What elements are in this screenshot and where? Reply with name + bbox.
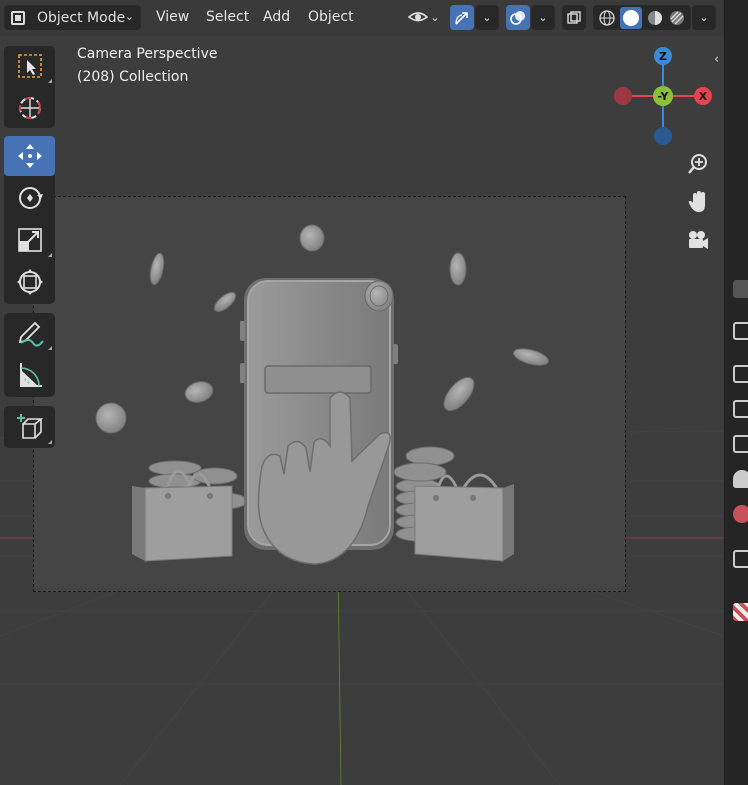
output-tab-icon[interactable]: [733, 400, 748, 418]
toolbar-transform-group: [4, 136, 55, 304]
chevron-down-icon: ⌄: [538, 11, 548, 24]
tool-move[interactable]: [4, 136, 55, 176]
tool-annotate[interactable]: [4, 313, 55, 353]
camera-view-button[interactable]: [683, 225, 713, 255]
mode-label: Object Mode: [37, 9, 126, 26]
overlay-dropdown[interactable]: ⌄: [531, 5, 555, 30]
properties-strip: [724, 0, 748, 785]
gizmo-z-label: Z: [659, 50, 667, 63]
mode-selector[interactable]: Object Mode ⌄: [4, 5, 141, 30]
object-mode-icon: [11, 10, 25, 25]
move-icon: [17, 144, 42, 168]
transform-pivot-icon: [455, 11, 468, 25]
tool-measure[interactable]: [4, 355, 55, 395]
add-cube-icon: [16, 414, 43, 439]
wrench-tab-icon[interactable]: [733, 322, 748, 340]
annotate-icon: [18, 321, 44, 347]
solid-shading-icon[interactable]: [620, 6, 642, 29]
overlay-icon: [510, 10, 525, 25]
cursor-icon: [18, 97, 41, 119]
shading-group: [593, 5, 691, 30]
chevron-down-icon: ⌄: [699, 11, 709, 24]
transform-icon: [16, 269, 43, 295]
chevron-down-icon: ⌄: [430, 11, 440, 24]
menu-object[interactable]: Object: [300, 5, 362, 30]
shading-dropdown[interactable]: ⌄: [692, 5, 716, 30]
tool-transform[interactable]: [4, 262, 55, 302]
rendered-shading-icon[interactable]: [668, 9, 686, 27]
toolbar-annotate-group: [4, 313, 55, 397]
tool-options-corner: [48, 346, 52, 350]
gizmo-toggle[interactable]: [450, 5, 474, 30]
menu-select[interactable]: Select: [198, 5, 257, 30]
viewport-header: Object Mode ⌄ View Select Add Object ⌄ ⌄…: [0, 0, 724, 36]
tool-scale[interactable]: [4, 220, 55, 260]
chevron-down-icon: ⌄: [482, 11, 492, 24]
navigation-gizmo[interactable]: Z X -Y: [608, 42, 718, 152]
tool-add-cube[interactable]: [4, 407, 55, 447]
sidebar-collapse-icon[interactable]: ‹: [714, 52, 719, 67]
pan-button[interactable]: [683, 187, 713, 217]
visibility-icon: [408, 11, 429, 21]
xray-icon: [567, 10, 581, 24]
tool-options-corner: [48, 79, 52, 83]
collection-label: (208) Collection: [77, 69, 189, 85]
pan-hand-icon: [688, 191, 705, 212]
toolbar-select-group: [4, 46, 55, 128]
wireframe-shading-icon[interactable]: [598, 9, 616, 27]
3d-viewport[interactable]: Camera Perspective (208) Collection Z X …: [0, 36, 724, 785]
collection-tab-icon[interactable]: [733, 550, 748, 568]
xray-toggle[interactable]: [562, 5, 586, 30]
tool-cursor[interactable]: [4, 88, 55, 128]
tool-select-box[interactable]: [4, 46, 55, 86]
zoom-icon: [688, 154, 707, 174]
tool-options-corner: [48, 440, 52, 444]
render-tab-icon[interactable]: [733, 365, 748, 383]
gizmo-y-label: -Y: [658, 90, 670, 103]
gizmo-dropdown[interactable]: ⌄: [475, 5, 499, 30]
camera-view-icon: [689, 231, 708, 249]
texture-tab-icon[interactable]: [733, 603, 748, 621]
measure-icon: [19, 363, 42, 387]
menu-view[interactable]: View: [148, 5, 197, 30]
view-layer-tab-icon[interactable]: [733, 435, 748, 453]
scene-tab-icon[interactable]: [733, 470, 748, 488]
camera-perspective-label: Camera Perspective: [77, 46, 218, 62]
material-shading-icon[interactable]: [646, 9, 664, 27]
visibility-dropdown[interactable]: ⌄: [404, 5, 444, 30]
zoom-button[interactable]: [683, 149, 713, 179]
chevron-down-icon: ⌄: [124, 10, 134, 23]
tool-settings-tab-icon[interactable]: [733, 280, 748, 298]
tool-rotate[interactable]: [4, 178, 55, 218]
gizmo-x-label: X: [699, 90, 708, 103]
menu-add[interactable]: Add: [255, 5, 298, 30]
rotate-icon: [18, 187, 43, 209]
select-box-icon: [17, 54, 42, 78]
toolbar-add-group: [4, 406, 55, 448]
overlay-toggle[interactable]: [506, 5, 530, 30]
scale-icon: [17, 228, 42, 252]
world-tab-icon[interactable]: [733, 505, 748, 523]
tool-options-corner: [48, 253, 52, 257]
